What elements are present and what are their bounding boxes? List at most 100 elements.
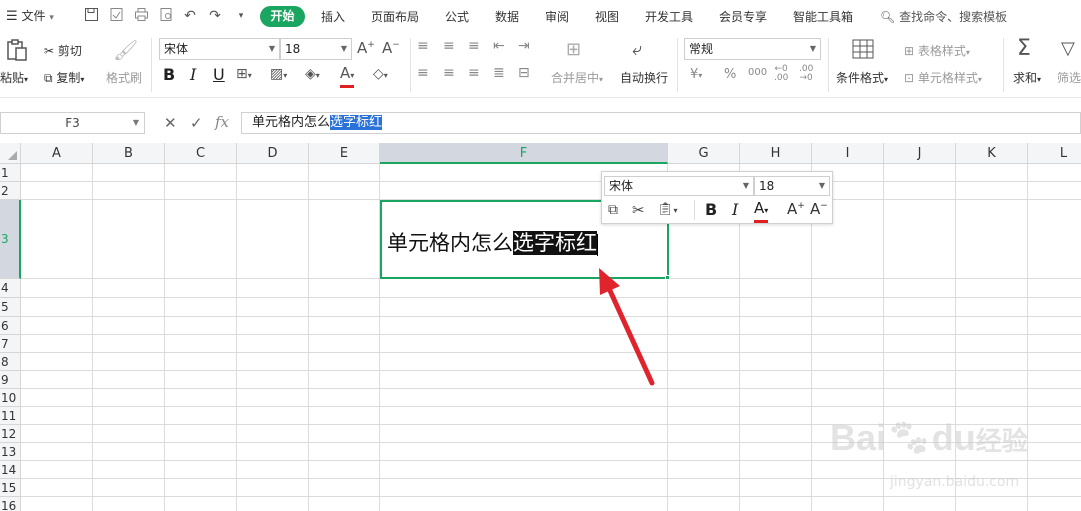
distributed-icon[interactable]: ⊟: [518, 65, 530, 81]
font-name-select[interactable]: 宋体 ▼: [159, 38, 280, 60]
align-right-icon[interactable]: ≡: [468, 65, 480, 81]
command-search[interactable]: 🔍︎ 查找命令、搜索模板: [880, 8, 1007, 25]
row-header-2[interactable]: 2: [0, 182, 21, 200]
increase-font-icon[interactable]: A+: [787, 200, 805, 218]
confirm-icon[interactable]: ✓: [190, 114, 203, 132]
row-header-1[interactable]: 1: [0, 164, 21, 182]
align-middle-icon[interactable]: ≡: [443, 38, 455, 54]
row-header-5[interactable]: 5: [0, 298, 21, 317]
column-header-d[interactable]: D: [237, 143, 309, 164]
thousands-icon[interactable]: 000: [748, 67, 767, 78]
print-preview-icon[interactable]: [157, 7, 175, 25]
currency-icon[interactable]: ¥▾: [690, 67, 702, 82]
font-size-select[interactable]: 18 ▼: [280, 38, 352, 60]
indent-decrease-icon[interactable]: ⇤: [493, 38, 505, 54]
conditional-format-button[interactable]: 条件格式▾: [836, 69, 888, 86]
quick-access-dropdown-icon[interactable]: ▾: [232, 7, 250, 25]
fill-color-icon[interactable]: ◈▾: [305, 66, 320, 82]
font-color-icon[interactable]: A▾: [340, 64, 355, 88]
wrap-text-button[interactable]: 自动换行: [620, 69, 668, 86]
row-header-9[interactable]: 9: [0, 371, 21, 389]
merge-center-button[interactable]: 合并居中▾: [551, 69, 603, 86]
cut-icon[interactable]: ✂: [632, 201, 645, 219]
bold-icon[interactable]: B: [163, 65, 175, 84]
file-menu[interactable]: ☰ 文件 ▾: [6, 7, 54, 24]
formula-input[interactable]: 单元格内怎么选字标红: [241, 112, 1081, 134]
align-bottom-icon[interactable]: ≡: [468, 38, 480, 54]
format-painter-button[interactable]: 格式刷: [106, 69, 142, 86]
column-header-c[interactable]: C: [165, 143, 237, 164]
paste-icon[interactable]: 📋︎▾: [657, 202, 678, 217]
indent-increase-icon[interactable]: ⇥: [518, 38, 530, 54]
save-icon[interactable]: [82, 7, 100, 25]
column-header-h[interactable]: H: [740, 143, 812, 164]
tab-view[interactable]: 视图: [595, 8, 619, 25]
row-header-3[interactable]: 3: [0, 200, 21, 279]
conditional-format-icon[interactable]: [852, 39, 874, 62]
sum-icon[interactable]: Σ: [1017, 36, 1031, 61]
tab-page-layout[interactable]: 页面布局: [371, 8, 419, 25]
cut-button[interactable]: ✂ 剪切: [44, 42, 82, 59]
redo-icon[interactable]: ↷: [206, 7, 224, 25]
row-header-15[interactable]: 15: [0, 479, 21, 497]
print-icon[interactable]: [132, 7, 150, 25]
cell-style-button[interactable]: ⊡ 单元格样式▾: [904, 69, 982, 86]
column-header-k[interactable]: K: [956, 143, 1028, 164]
fill-pattern-icon[interactable]: ▨▾: [270, 66, 287, 82]
number-format-select[interactable]: 常规 ▼: [684, 38, 821, 60]
mini-font-size-select[interactable]: 18 ▼: [754, 176, 830, 196]
format-painter-icon[interactable]: 🖌︎: [113, 38, 138, 62]
row-header-11[interactable]: 11: [0, 407, 21, 425]
tab-member[interactable]: 会员专享: [719, 8, 767, 25]
row-header-16[interactable]: 16: [0, 497, 21, 511]
cancel-icon[interactable]: ✕: [164, 114, 177, 132]
column-header-g[interactable]: G: [668, 143, 740, 164]
increase-font-icon[interactable]: A+: [357, 39, 375, 57]
row-header-12[interactable]: 12: [0, 425, 21, 443]
tab-review[interactable]: 审阅: [545, 8, 569, 25]
column-header-e[interactable]: E: [309, 143, 380, 164]
row-header-4[interactable]: 4: [0, 279, 21, 298]
column-header-j[interactable]: J: [884, 143, 956, 164]
italic-icon[interactable]: I: [732, 200, 738, 219]
italic-icon[interactable]: I: [190, 65, 196, 84]
row-header-7[interactable]: 7: [0, 335, 21, 353]
row-header-14[interactable]: 14: [0, 461, 21, 479]
filter-button[interactable]: 筛选: [1057, 69, 1081, 86]
tab-smart-toolbox[interactable]: 智能工具箱: [793, 8, 853, 25]
merge-center-icon[interactable]: ⊞: [566, 39, 581, 60]
paste-button[interactable]: 粘贴▾: [0, 69, 28, 86]
copy-button[interactable]: ⧉ 复制▾: [44, 69, 84, 86]
tab-home[interactable]: 开始: [260, 6, 305, 27]
font-color-icon[interactable]: A▾: [754, 199, 769, 223]
justify-icon[interactable]: ≣: [493, 65, 505, 81]
table-style-button[interactable]: ⊞ 表格样式▾: [904, 42, 970, 59]
row-header-10[interactable]: 10: [0, 389, 21, 407]
select-all-corner[interactable]: [0, 143, 21, 164]
border-icon[interactable]: ⊞▾: [236, 66, 252, 82]
percent-icon[interactable]: %: [724, 67, 736, 82]
column-header-i[interactable]: I: [812, 143, 884, 164]
column-header-b[interactable]: B: [93, 143, 165, 164]
row-header-6[interactable]: 6: [0, 317, 21, 335]
increase-decimal-icon[interactable]: ←0.00: [774, 65, 788, 83]
column-header-f[interactable]: F: [380, 143, 668, 164]
underline-icon[interactable]: U: [213, 65, 225, 84]
align-top-icon[interactable]: ≡: [417, 38, 429, 54]
cell-editor-text[interactable]: 单元格内怎么选字标红: [387, 227, 598, 257]
tab-formulas[interactable]: 公式: [445, 8, 469, 25]
mini-font-name-select[interactable]: 宋体 ▼: [604, 176, 754, 196]
tab-developer[interactable]: 开发工具: [645, 8, 693, 25]
column-header-a[interactable]: A: [21, 143, 93, 164]
row-header-13[interactable]: 13: [0, 443, 21, 461]
name-box[interactable]: F3 ▼: [0, 112, 145, 134]
tab-insert[interactable]: 插入: [321, 8, 345, 25]
decrease-font-icon[interactable]: A−: [810, 200, 828, 218]
align-center-icon[interactable]: ≡: [443, 65, 455, 81]
insert-function-icon[interactable]: fx: [215, 113, 229, 131]
filter-icon[interactable]: ▽: [1061, 38, 1075, 59]
copy-icon[interactable]: ⧉: [608, 202, 618, 218]
row-header-8[interactable]: 8: [0, 353, 21, 371]
align-left-icon[interactable]: ≡: [417, 65, 429, 81]
paste-icon[interactable]: [4, 38, 30, 62]
